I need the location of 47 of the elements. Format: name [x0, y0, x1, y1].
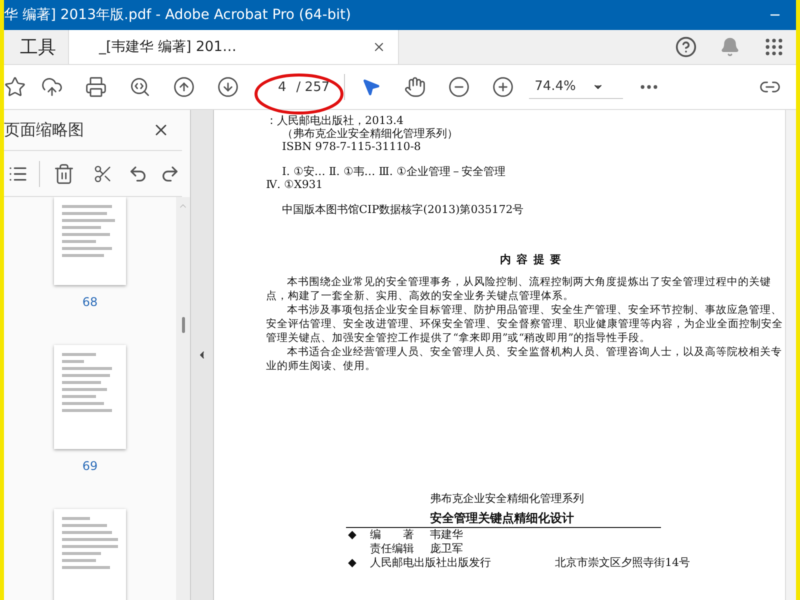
document-text: ISBN 978-7-115-31110-8 [281, 140, 422, 153]
zoom-in-icon[interactable] [492, 76, 514, 98]
page-thumbnail[interactable] [54, 509, 126, 600]
page-total: / 257 [296, 80, 330, 94]
page-thumbnail[interactable] [54, 345, 126, 449]
credit-label: 责任编辑 [370, 542, 415, 556]
next-page-icon[interactable] [217, 76, 239, 98]
series-name: 弗布克企业安全精细化管理系列 [430, 491, 585, 506]
page-thumbnail[interactable] [54, 197, 126, 285]
close-icon[interactable] [372, 40, 386, 54]
document-text: Ⅳ. ①X931 [266, 178, 324, 191]
page-number: 68 [82, 295, 98, 309]
document-text: Ⅰ. ①安… Ⅱ. ①韦… Ⅲ. ①企业管理－安全管理 [281, 165, 506, 178]
pointer-icon[interactable] [360, 77, 381, 97]
document-text: 中国版本图书馆CIP数据核字(2013)第035172号 [281, 203, 525, 216]
hand-icon[interactable] [404, 76, 426, 98]
page-number: 69 [82, 459, 98, 473]
section-heading: 内 容 提 要 [498, 252, 564, 267]
upload-icon[interactable] [41, 76, 63, 98]
help-icon[interactable] [675, 36, 697, 58]
window-title: 华 编著] 2013年版.pdf - Adobe Acrobat Pro (64-bit) [4, 6, 351, 24]
zoom-out-icon[interactable] [448, 76, 470, 98]
zoom-search-icon[interactable] [129, 76, 151, 98]
address-text: 北京市崇文区夕照寺街14号 [555, 556, 690, 570]
zoom-field[interactable]: 74.4% [528, 75, 623, 99]
document-text: ：人民邮电出版社，2013.4 [266, 114, 404, 127]
credit-value: 庞卫军 [430, 542, 463, 556]
trash-icon[interactable] [52, 162, 75, 184]
paragraph: 本书适合企业经营管理人员、安全管理人员、安全监督机构人员、管理咨询人士，以及高等院校相关专业的师生阅读、使用。 [266, 345, 783, 373]
star-icon[interactable] [4, 76, 26, 98]
credit-label: 人民邮电出版社出版发行 [370, 556, 491, 570]
previous-page-icon[interactable] [173, 76, 195, 98]
book-title: 安全管理关键点精细化设计 [430, 510, 575, 527]
rotate-right-icon[interactable] [160, 164, 180, 184]
bullet: ◆ [348, 556, 358, 570]
tab[interactable]: _[韦建华 编著] 201… [69, 30, 399, 64]
panel-title: 页面缩略图 [4, 120, 84, 140]
print-icon[interactable] [85, 76, 107, 98]
apps-grid-icon[interactable] [763, 36, 785, 58]
rotate-left-icon[interactable] [128, 164, 148, 184]
page-number-field[interactable]: 4 [278, 80, 286, 94]
credit-label: 编 著 [370, 528, 415, 542]
paragraph: 本书涉及事项包括企业安全目标管理、防护用品管理、安全生产管理、安全环节控制、事故应急管理、安全评估管理、安全改进管理、环保安全管理、安全督察管理、职业健康管理等内容，为企业全面控制安全管理关键点、加强安全管控工作提供了“拿来即用”或“稍改即用”的指导性手段。 [266, 303, 784, 345]
bullet: ◆ [348, 528, 358, 542]
credit-value: 韦建华 [430, 528, 463, 542]
document-text: （弗布克企业安全精细化管理系列） [281, 127, 459, 140]
paragraph: 本书围绕企业常见的安全管理事务，从风险控制、流程控制两大角度提炼出了安全管理过程中的关键点，构建了一套全新、实用、高效的安全业务关键点管理体系。 [266, 275, 772, 303]
